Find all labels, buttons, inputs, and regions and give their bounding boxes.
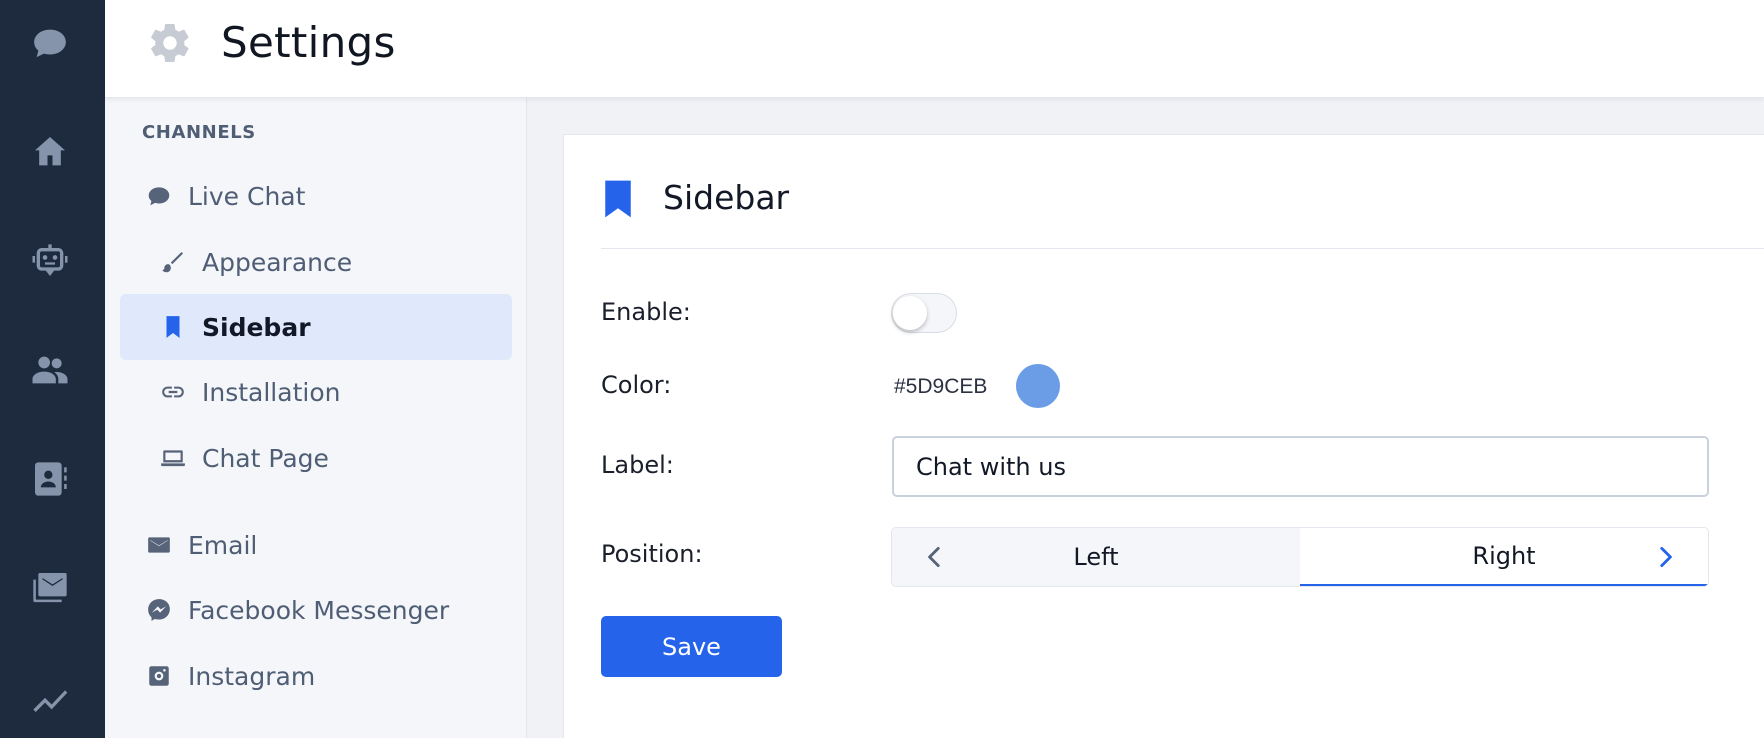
position-label: Position:: [601, 540, 703, 568]
position-option-label: Right: [1472, 542, 1536, 570]
app-rail: [0, 0, 105, 738]
enable-label: Enable:: [601, 298, 691, 326]
subnav-item-installation[interactable]: Installation: [120, 359, 512, 425]
color-hex-value: #5D9CEB: [894, 375, 988, 398]
position-selector[interactable]: Left Right: [891, 527, 1709, 587]
bookmark-icon: [160, 314, 186, 340]
chat-bubble-icon[interactable]: [26, 19, 74, 67]
home-icon[interactable]: [26, 128, 74, 176]
sidebar-settings-card: Sidebar Enable: Color: #5D9CEB Label: Po…: [563, 134, 1764, 738]
subnav-item-label: Instagram: [188, 661, 316, 691]
subnav-item-chat-page[interactable]: Chat Page: [120, 425, 512, 491]
subnav-item-live-chat[interactable]: Live Chat: [120, 163, 512, 229]
subnav-item-sidebar[interactable]: Sidebar: [120, 294, 512, 360]
enable-toggle[interactable]: [891, 293, 957, 333]
subnav-item-label: Installation: [202, 377, 341, 407]
card-title: Sidebar: [663, 178, 790, 217]
subnav-item-email[interactable]: Email: [120, 512, 512, 578]
section-heading-channels: CHANNELS: [142, 122, 256, 143]
position-option-right[interactable]: Right: [1300, 528, 1708, 586]
mail-icon: [146, 532, 172, 558]
page-title: Settings: [221, 18, 396, 67]
position-option-label: Left: [1073, 543, 1119, 571]
bot-icon[interactable]: [26, 237, 74, 285]
brush-icon: [160, 249, 186, 275]
link-icon: [160, 379, 186, 405]
subnav-item-label: Chat Page: [202, 443, 329, 473]
chat-bubble-icon: [146, 183, 172, 209]
page-header: Settings: [105, 0, 1764, 98]
color-label: Color:: [601, 371, 672, 399]
bookmark-icon: [601, 179, 635, 219]
subnav-item-label: Appearance: [202, 247, 353, 277]
subnav-item-appearance[interactable]: Appearance: [120, 229, 512, 295]
subnav-item-facebook-messenger[interactable]: Facebook Messenger: [120, 577, 512, 643]
subnav-item-instagram[interactable]: Instagram: [120, 643, 512, 709]
subnav-item-label: Email: [188, 530, 258, 560]
color-swatch[interactable]: [1016, 364, 1060, 408]
analytics-icon[interactable]: [26, 673, 74, 721]
settings-subnav: CHANNELS Live Chat Appearance Sidebar In…: [105, 98, 527, 738]
messenger-icon: [146, 597, 172, 623]
contacts-book-icon[interactable]: [26, 455, 74, 503]
inbox-icon[interactable]: [26, 564, 74, 612]
people-icon[interactable]: [26, 346, 74, 394]
subnav-item-label: Live Chat: [188, 181, 306, 211]
label-input[interactable]: [892, 436, 1709, 497]
label-field-label: Label:: [601, 451, 674, 479]
chevron-right-icon[interactable]: [1652, 544, 1678, 570]
subnav-item-label: Facebook Messenger: [188, 595, 450, 625]
chevron-left-icon[interactable]: [922, 544, 948, 570]
toggle-knob: [893, 296, 927, 330]
gear-icon: [147, 20, 193, 66]
laptop-icon: [160, 445, 186, 471]
card-header: Sidebar: [601, 177, 1764, 249]
subnav-item-label: Sidebar: [202, 312, 311, 342]
position-option-left[interactable]: Left: [892, 528, 1300, 586]
save-button[interactable]: Save: [601, 616, 782, 677]
instagram-icon: [146, 663, 172, 689]
